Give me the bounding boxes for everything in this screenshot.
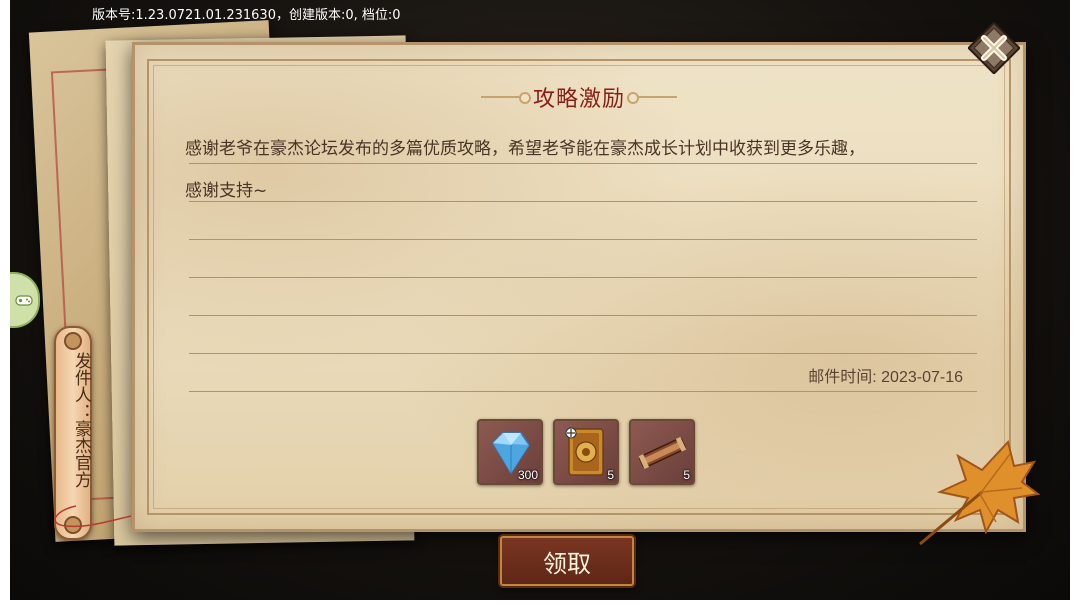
reward-count: 300 [517,468,538,482]
close-icon [968,22,1020,74]
ruled-line [189,353,977,354]
side-gamepad-tab[interactable] [10,272,40,328]
ruled-line [189,163,977,164]
card-icon [565,427,604,476]
sender-label: 发件人：豪杰官方 [71,352,91,488]
ruled-line [189,315,977,316]
claim-button[interactable]: 领取 [500,536,634,586]
game-screen: 版本号:1.23.0721.01.231630，创建版本:0, 档位:0 攻略激… [10,0,1070,600]
reward-item-scroll-chest[interactable]: 5 [629,419,695,485]
title-ornament-left [480,92,531,104]
scroll-string [54,505,132,528]
reward-item-card[interactable]: 5 [553,419,619,485]
mail-title: 攻略激励 [532,87,625,112]
mail-title-row: 攻略激励 [135,81,1023,113]
mail-body-line: 感谢支持~ [185,181,268,201]
title-ornament-right [627,92,677,104]
mail-letter: 攻略激励 感谢老爷在豪杰论坛发布的多篇优质攻略，希望老爷能在豪杰成长计划中收获到… [132,42,1026,532]
reward-item-diamond[interactable]: 300 [477,419,543,485]
gamepad-icon [15,295,33,306]
ruled-line [189,277,977,278]
reward-count: 5 [607,468,614,482]
scroll-chest-icon [638,436,687,469]
mail-body: 感谢老爷在豪杰论坛发布的多篇优质攻略，希望老爷能在豪杰成长计划中收获到更多乐趣，… [185,128,983,212]
ruled-line [189,239,977,240]
maple-leaf-decoration [919,439,1040,546]
ruled-line [189,391,977,392]
reward-list: 300 5 5 [477,419,695,485]
ruled-line [189,201,977,202]
close-button[interactable] [968,22,1020,74]
version-text: 版本号:1.23.0721.01.231630，创建版本:0, 档位:0 [92,8,401,23]
reward-count: 5 [683,468,690,482]
scroll-knob [64,332,82,350]
mail-time: 邮件时间: 2023-07-16 [808,369,963,386]
